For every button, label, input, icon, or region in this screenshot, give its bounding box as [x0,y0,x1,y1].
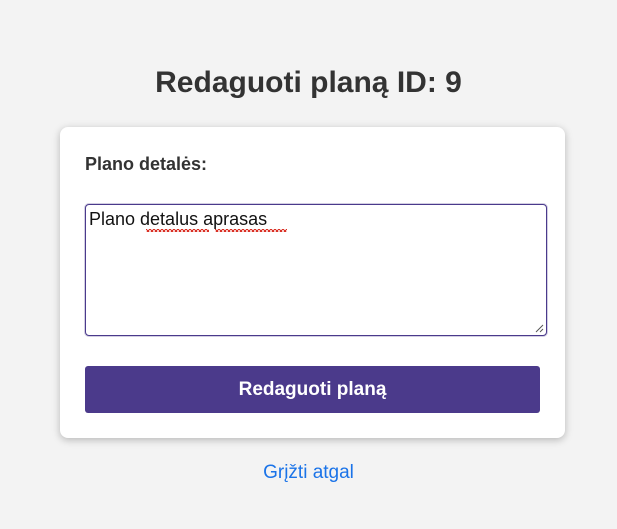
back-link-container: Grįžti atgal [0,461,617,485]
page-title: Redaguoti planą ID: 9 [155,66,462,99]
back-link[interactable]: Grįžti atgal [263,462,354,483]
edit-plan-card: Plano detalės: Redaguoti planą [60,127,565,438]
plan-details-label: Plano detalės: [85,154,208,174]
plan-details-textarea[interactable] [86,205,546,335]
plan-details-textarea-wrapper [85,204,547,336]
edit-plan-button[interactable]: Redaguoti planą [85,366,540,413]
